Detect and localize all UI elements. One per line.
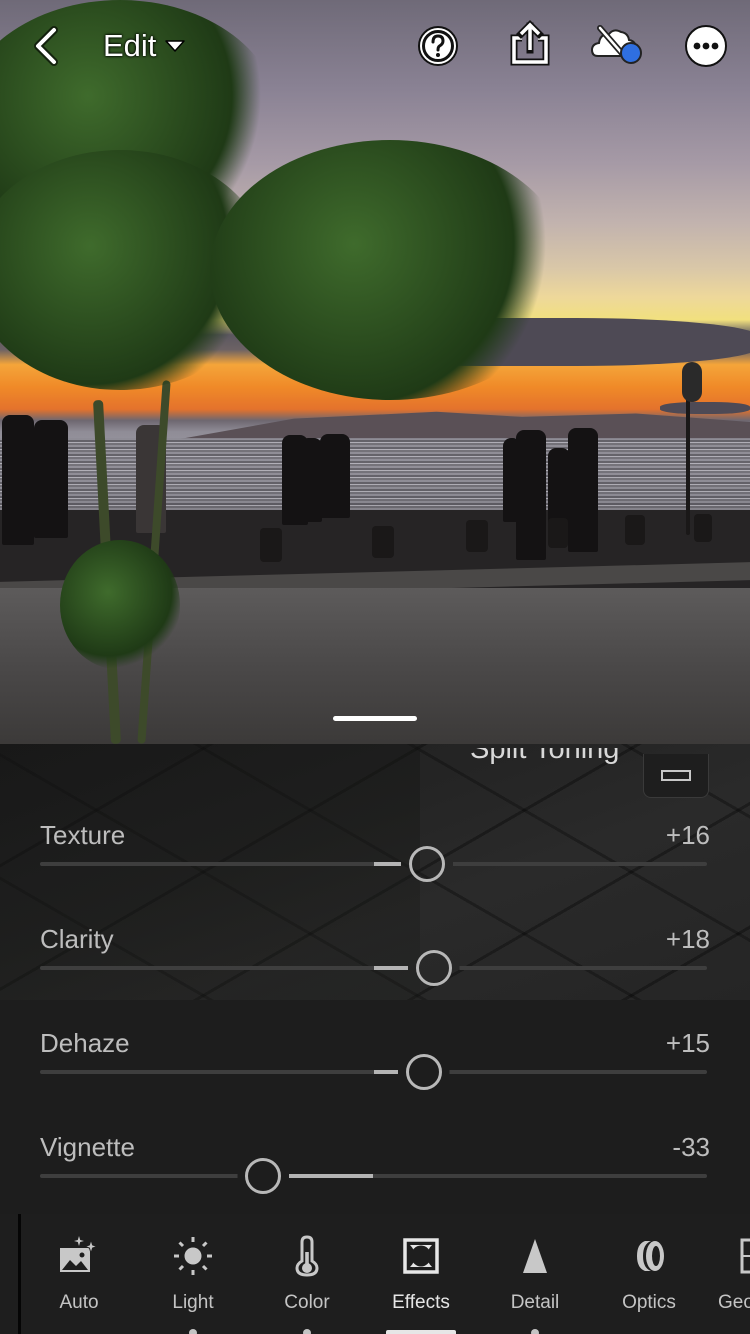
tool-modified-dot xyxy=(189,1329,197,1334)
slider-label: Vignette xyxy=(40,1132,135,1162)
slider-value[interactable]: +18 xyxy=(666,924,710,955)
photo-person xyxy=(516,430,546,560)
mode-dropdown[interactable]: Edit xyxy=(103,26,186,66)
photo-person xyxy=(568,428,598,552)
chevron-left-icon xyxy=(34,26,58,66)
slider-track[interactable] xyxy=(40,1054,707,1090)
slider-thumb[interactable] xyxy=(245,1158,282,1194)
back-button[interactable] xyxy=(28,24,64,68)
triangle-icon xyxy=(523,1239,547,1273)
mode-label: Edit xyxy=(103,28,157,63)
thermometer-icon xyxy=(295,1235,319,1277)
cloud-sync-off-icon xyxy=(590,25,642,64)
tool-modified-dot xyxy=(531,1329,539,1334)
photo-person xyxy=(34,420,68,538)
effects-panel: Split Toning Texture +16 Clarity +18 Deh… xyxy=(0,744,750,1214)
help-circle-icon xyxy=(418,26,458,66)
photo-bollard xyxy=(372,526,394,558)
panel-drag-handle[interactable] xyxy=(333,716,417,721)
tool-label: Effects xyxy=(392,1292,450,1313)
photo-sea xyxy=(0,438,750,514)
slider-track[interactable] xyxy=(40,846,707,882)
tool-modified-dot xyxy=(303,1329,311,1334)
tool-label: Geometry xyxy=(718,1292,750,1313)
slider-dehaze: Dehaze +15 xyxy=(40,1028,710,1118)
edit-tools-toolbar: Auto Light Color Effects Detail Optics G… xyxy=(0,1214,750,1334)
cloud-sync-button[interactable] xyxy=(590,24,646,66)
top-bar: Edit xyxy=(0,0,750,92)
slider-clarity: Clarity +18 xyxy=(40,924,710,1014)
slider-track[interactable] xyxy=(40,1158,707,1194)
section-title-label: Split Toning xyxy=(470,748,620,765)
photo-preview[interactable] xyxy=(0,0,750,744)
slider-vignette: Vignette -33 xyxy=(40,1132,710,1214)
slider-fill xyxy=(373,1070,398,1074)
slider-thumb[interactable] xyxy=(408,846,445,882)
photo-sign xyxy=(682,362,702,402)
toolbar-scroll-edge xyxy=(18,1214,21,1334)
slider-label: Dehaze xyxy=(40,1028,130,1058)
slider-thumb[interactable] xyxy=(415,950,452,986)
photo-tree-leaves xyxy=(60,540,180,670)
photo-person xyxy=(320,434,350,518)
photo-bollard xyxy=(694,514,712,542)
sun-icon xyxy=(174,1237,212,1275)
caret-down-icon xyxy=(165,40,186,52)
tool-effects[interactable]: Effects xyxy=(364,1214,478,1334)
photo-bollard xyxy=(625,515,645,545)
slider-rail xyxy=(40,1174,707,1178)
photo-tree-leaves xyxy=(210,140,570,400)
share-icon xyxy=(510,20,550,66)
photo-person xyxy=(2,415,34,545)
share-button[interactable] xyxy=(508,20,552,66)
more-dots-icon xyxy=(685,25,727,67)
slider-fill xyxy=(373,862,401,866)
section-header: Split Toning xyxy=(0,744,750,800)
tool-label: Color xyxy=(284,1292,330,1313)
tool-geometry[interactable]: Geometry xyxy=(706,1214,750,1334)
slider-value[interactable]: -33 xyxy=(672,1132,710,1163)
tool-auto[interactable]: Auto xyxy=(22,1214,136,1334)
slider-value[interactable]: +16 xyxy=(666,820,710,851)
photo-cloud xyxy=(660,402,750,414)
section-title[interactable]: Split Toning xyxy=(470,748,619,782)
tool-light[interactable]: Light xyxy=(136,1214,250,1334)
sync-status-badge xyxy=(620,42,642,64)
tool-optics[interactable]: Optics xyxy=(592,1214,706,1334)
tool-label: Detail xyxy=(510,1292,560,1313)
slider-label: Texture xyxy=(40,820,126,850)
vignette-box-icon xyxy=(661,770,691,781)
tool-color[interactable]: Color xyxy=(250,1214,364,1334)
more-button[interactable] xyxy=(684,24,728,68)
tool-detail[interactable]: Detail xyxy=(478,1214,592,1334)
slider-track[interactable] xyxy=(40,950,707,986)
lens-icon xyxy=(637,1241,664,1271)
tool-label: Optics xyxy=(622,1292,676,1313)
photo-bollard xyxy=(466,520,488,552)
slider-thumb[interactable] xyxy=(405,1054,442,1090)
slider-fill xyxy=(373,966,408,970)
slider-fill xyxy=(289,1174,374,1178)
auto-sparkle-image-icon xyxy=(60,1236,99,1272)
photo-bollard xyxy=(260,528,282,562)
slider-value[interactable]: +15 xyxy=(666,1028,710,1059)
effects-square-icon xyxy=(403,1238,439,1274)
photo-person xyxy=(300,438,322,522)
photo-bollard xyxy=(548,518,568,548)
tool-active-indicator xyxy=(386,1330,456,1334)
section-toggle-button[interactable] xyxy=(643,754,709,798)
tool-label: Auto xyxy=(59,1292,99,1313)
slider-label: Clarity xyxy=(40,924,114,954)
geometry-icon xyxy=(740,1238,750,1274)
slider-texture: Texture +16 xyxy=(40,820,710,910)
help-button[interactable] xyxy=(416,24,460,68)
tool-label: Light xyxy=(172,1292,214,1313)
